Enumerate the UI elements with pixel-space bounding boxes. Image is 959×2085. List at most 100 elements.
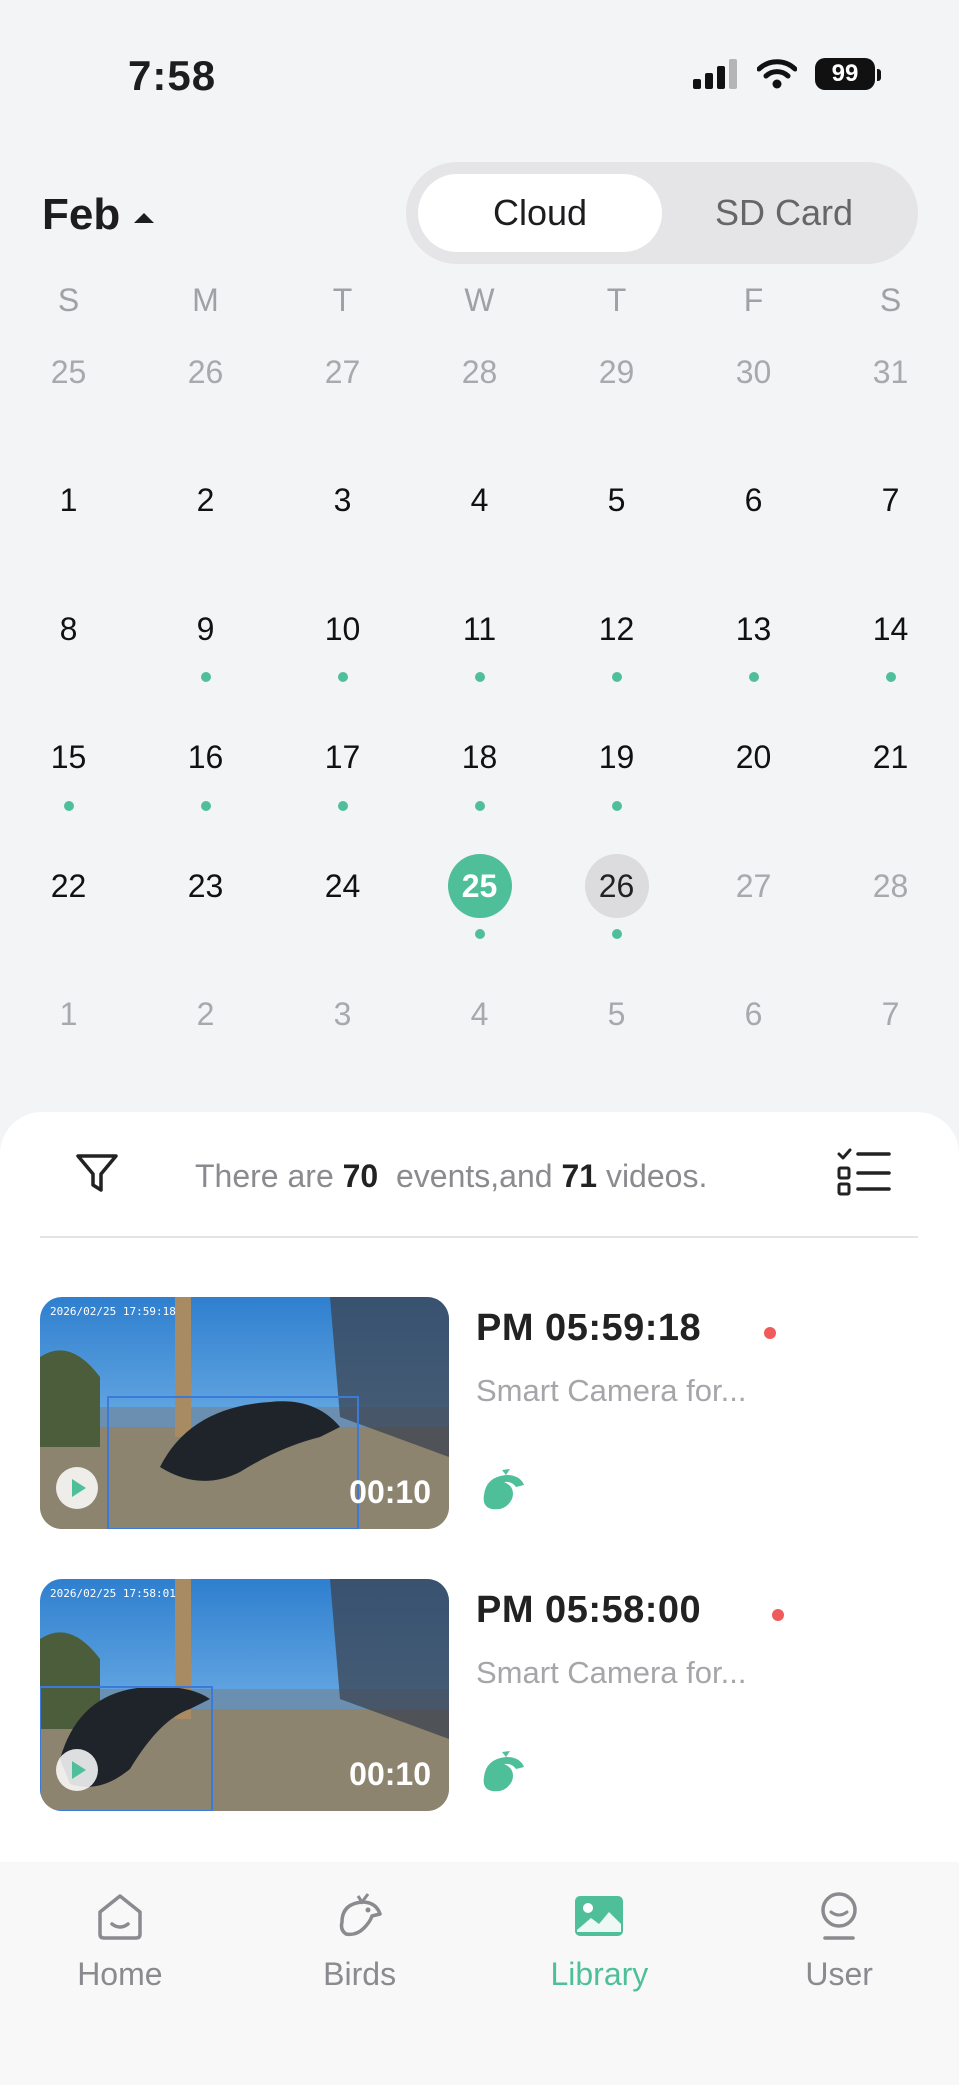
day-number: 7 <box>881 482 900 518</box>
day-number: 6 <box>744 482 763 518</box>
day-number: 27 <box>735 867 772 904</box>
calendar-day[interactable]: 14 <box>822 597 959 726</box>
calendar-day[interactable]: 25 <box>0 340 137 469</box>
day-number: 1 <box>59 482 78 518</box>
calendar-day[interactable]: 16 <box>137 726 274 855</box>
day-number: 23 <box>187 867 224 904</box>
summary-middle: events,and <box>378 1158 562 1194</box>
calendar-week-row: 15 16 17 18 19 20 21 <box>0 726 959 855</box>
calendar-day[interactable]: 11 <box>411 597 548 726</box>
bird-detection-icon <box>483 1469 524 1510</box>
has-events-dot <box>474 672 485 682</box>
weekday-label: S <box>57 282 80 318</box>
calendar-day[interactable]: 15 <box>0 726 137 855</box>
event-device-name: Smart Camera for... <box>476 1655 747 1690</box>
status-icons: 99 <box>693 58 881 90</box>
calendar-day[interactable]: 3 <box>274 469 411 598</box>
calendar-day[interactable]: 27 <box>274 340 411 469</box>
calendar-day[interactable]: 12 <box>548 597 685 726</box>
event-summary-bar: There are 70 events,and 71 videos. <box>40 1112 918 1238</box>
event-thumbnail[interactable]: 2026/02/25 17:59:18 00:10 <box>40 1297 449 1529</box>
bird-detection-icon <box>483 1751 524 1792</box>
wifi-icon <box>757 59 797 89</box>
calendar-day[interactable]: 7 <box>822 983 959 1112</box>
day-number: 9 <box>196 610 215 647</box>
day-number: 17 <box>324 739 361 775</box>
day-number: 12 <box>598 610 635 647</box>
event-thumbnail[interactable]: 2026/02/25 17:58:01 00:10 <box>40 1579 449 1811</box>
calendar-week-row: 1 2 3 4 5 6 7 <box>0 983 959 1112</box>
day-number: 21 <box>872 739 909 775</box>
tab-library[interactable]: Library <box>480 1862 720 2085</box>
day-number: 11 <box>462 610 497 647</box>
day-number: 26 <box>584 854 649 918</box>
calendar-day[interactable]: 6 <box>685 983 822 1112</box>
calendar-day-selected[interactable]: 25 <box>411 854 548 983</box>
calendar-day[interactable]: 24 <box>274 854 411 983</box>
bottom-tab-bar: Home Birds Library User <box>0 1862 959 2085</box>
calendar-day[interactable]: 8 <box>0 597 137 726</box>
weekday-label: F <box>743 282 764 318</box>
library-icon <box>575 1896 624 1936</box>
day-number: 31 <box>872 353 909 390</box>
sd-card-tab[interactable]: SD Card <box>662 174 906 252</box>
calendar-day[interactable]: 5 <box>548 983 685 1112</box>
has-events-dot <box>885 672 896 682</box>
tab-home[interactable]: Home <box>0 1862 240 2085</box>
select-list-icon[interactable] <box>836 1148 892 1198</box>
calendar-day[interactable]: 9 <box>137 597 274 726</box>
calendar-day[interactable]: 22 <box>0 854 137 983</box>
tab-birds[interactable]: Birds <box>240 1862 480 2085</box>
day-number: 1 <box>59 996 78 1032</box>
calendar-day[interactable]: 31 <box>822 340 959 469</box>
day-number: 24 <box>324 867 361 904</box>
calendar-day[interactable]: 13 <box>685 597 822 726</box>
has-events-dot <box>611 672 622 682</box>
calendar-day[interactable]: 7 <box>822 469 959 598</box>
tab-user[interactable]: User <box>719 1862 959 2085</box>
calendar-day[interactable]: 23 <box>137 854 274 983</box>
play-icon[interactable] <box>56 1749 98 1791</box>
unread-dot <box>764 1327 776 1339</box>
cloud-tab[interactable]: Cloud <box>418 174 662 252</box>
calendar-day[interactable]: 28 <box>411 340 548 469</box>
filter-icon[interactable] <box>74 1150 120 1196</box>
user-icon <box>821 1892 857 1940</box>
calendar-day[interactable]: 18 <box>411 726 548 855</box>
calendar-day[interactable]: 3 <box>274 983 411 1112</box>
calendar-day[interactable]: 26 <box>137 340 274 469</box>
video-timestamp: 2026/02/25 17:59:18 <box>50 1305 176 1318</box>
calendar-day[interactable]: 19 <box>548 726 685 855</box>
calendar-day[interactable]: 27 <box>685 854 822 983</box>
calendar-day[interactable]: 29 <box>548 340 685 469</box>
tab-label: Birds <box>323 1956 397 1992</box>
calendar-day[interactable]: 28 <box>822 854 959 983</box>
calendar-day[interactable]: 10 <box>274 597 411 726</box>
calendar-day[interactable]: 1 <box>0 983 137 1112</box>
day-number: 22 <box>50 867 87 904</box>
calendar-day[interactable]: 4 <box>411 469 548 598</box>
event-list: 2026/02/25 17:59:18 00:10 PM 05:59:18 Sm… <box>40 1297 920 1861</box>
calendar-day-today[interactable]: 26 <box>548 854 685 983</box>
calendar-day[interactable]: 20 <box>685 726 822 855</box>
has-events-dot <box>200 800 211 811</box>
day-number: 10 <box>324 610 361 647</box>
event-item[interactable]: 2026/02/25 17:58:01 00:10 PM 05:58:00 Sm… <box>40 1579 920 1811</box>
calendar-day[interactable]: 1 <box>0 469 137 598</box>
weekday-label: T <box>332 282 353 318</box>
calendar-day[interactable]: 5 <box>548 469 685 598</box>
day-number: 3 <box>333 996 352 1032</box>
play-icon[interactable] <box>56 1467 98 1509</box>
calendar-day[interactable]: 2 <box>137 983 274 1112</box>
calendar-day[interactable]: 21 <box>822 726 959 855</box>
event-item[interactable]: 2026/02/25 17:59:18 00:10 PM 05:59:18 Sm… <box>40 1297 920 1529</box>
calendar-day[interactable]: 17 <box>274 726 411 855</box>
calendar-day[interactable]: 2 <box>137 469 274 598</box>
calendar-day[interactable]: 30 <box>685 340 822 469</box>
calendar-week-row: 8 9 10 11 12 13 14 <box>0 597 959 726</box>
month-selector[interactable]: Feb <box>42 190 155 240</box>
calendar-day[interactable]: 6 <box>685 469 822 598</box>
calendar-day[interactable]: 4 <box>411 983 548 1112</box>
day-number: 3 <box>333 482 352 518</box>
status-bar: 7:58 99 <box>0 0 959 150</box>
